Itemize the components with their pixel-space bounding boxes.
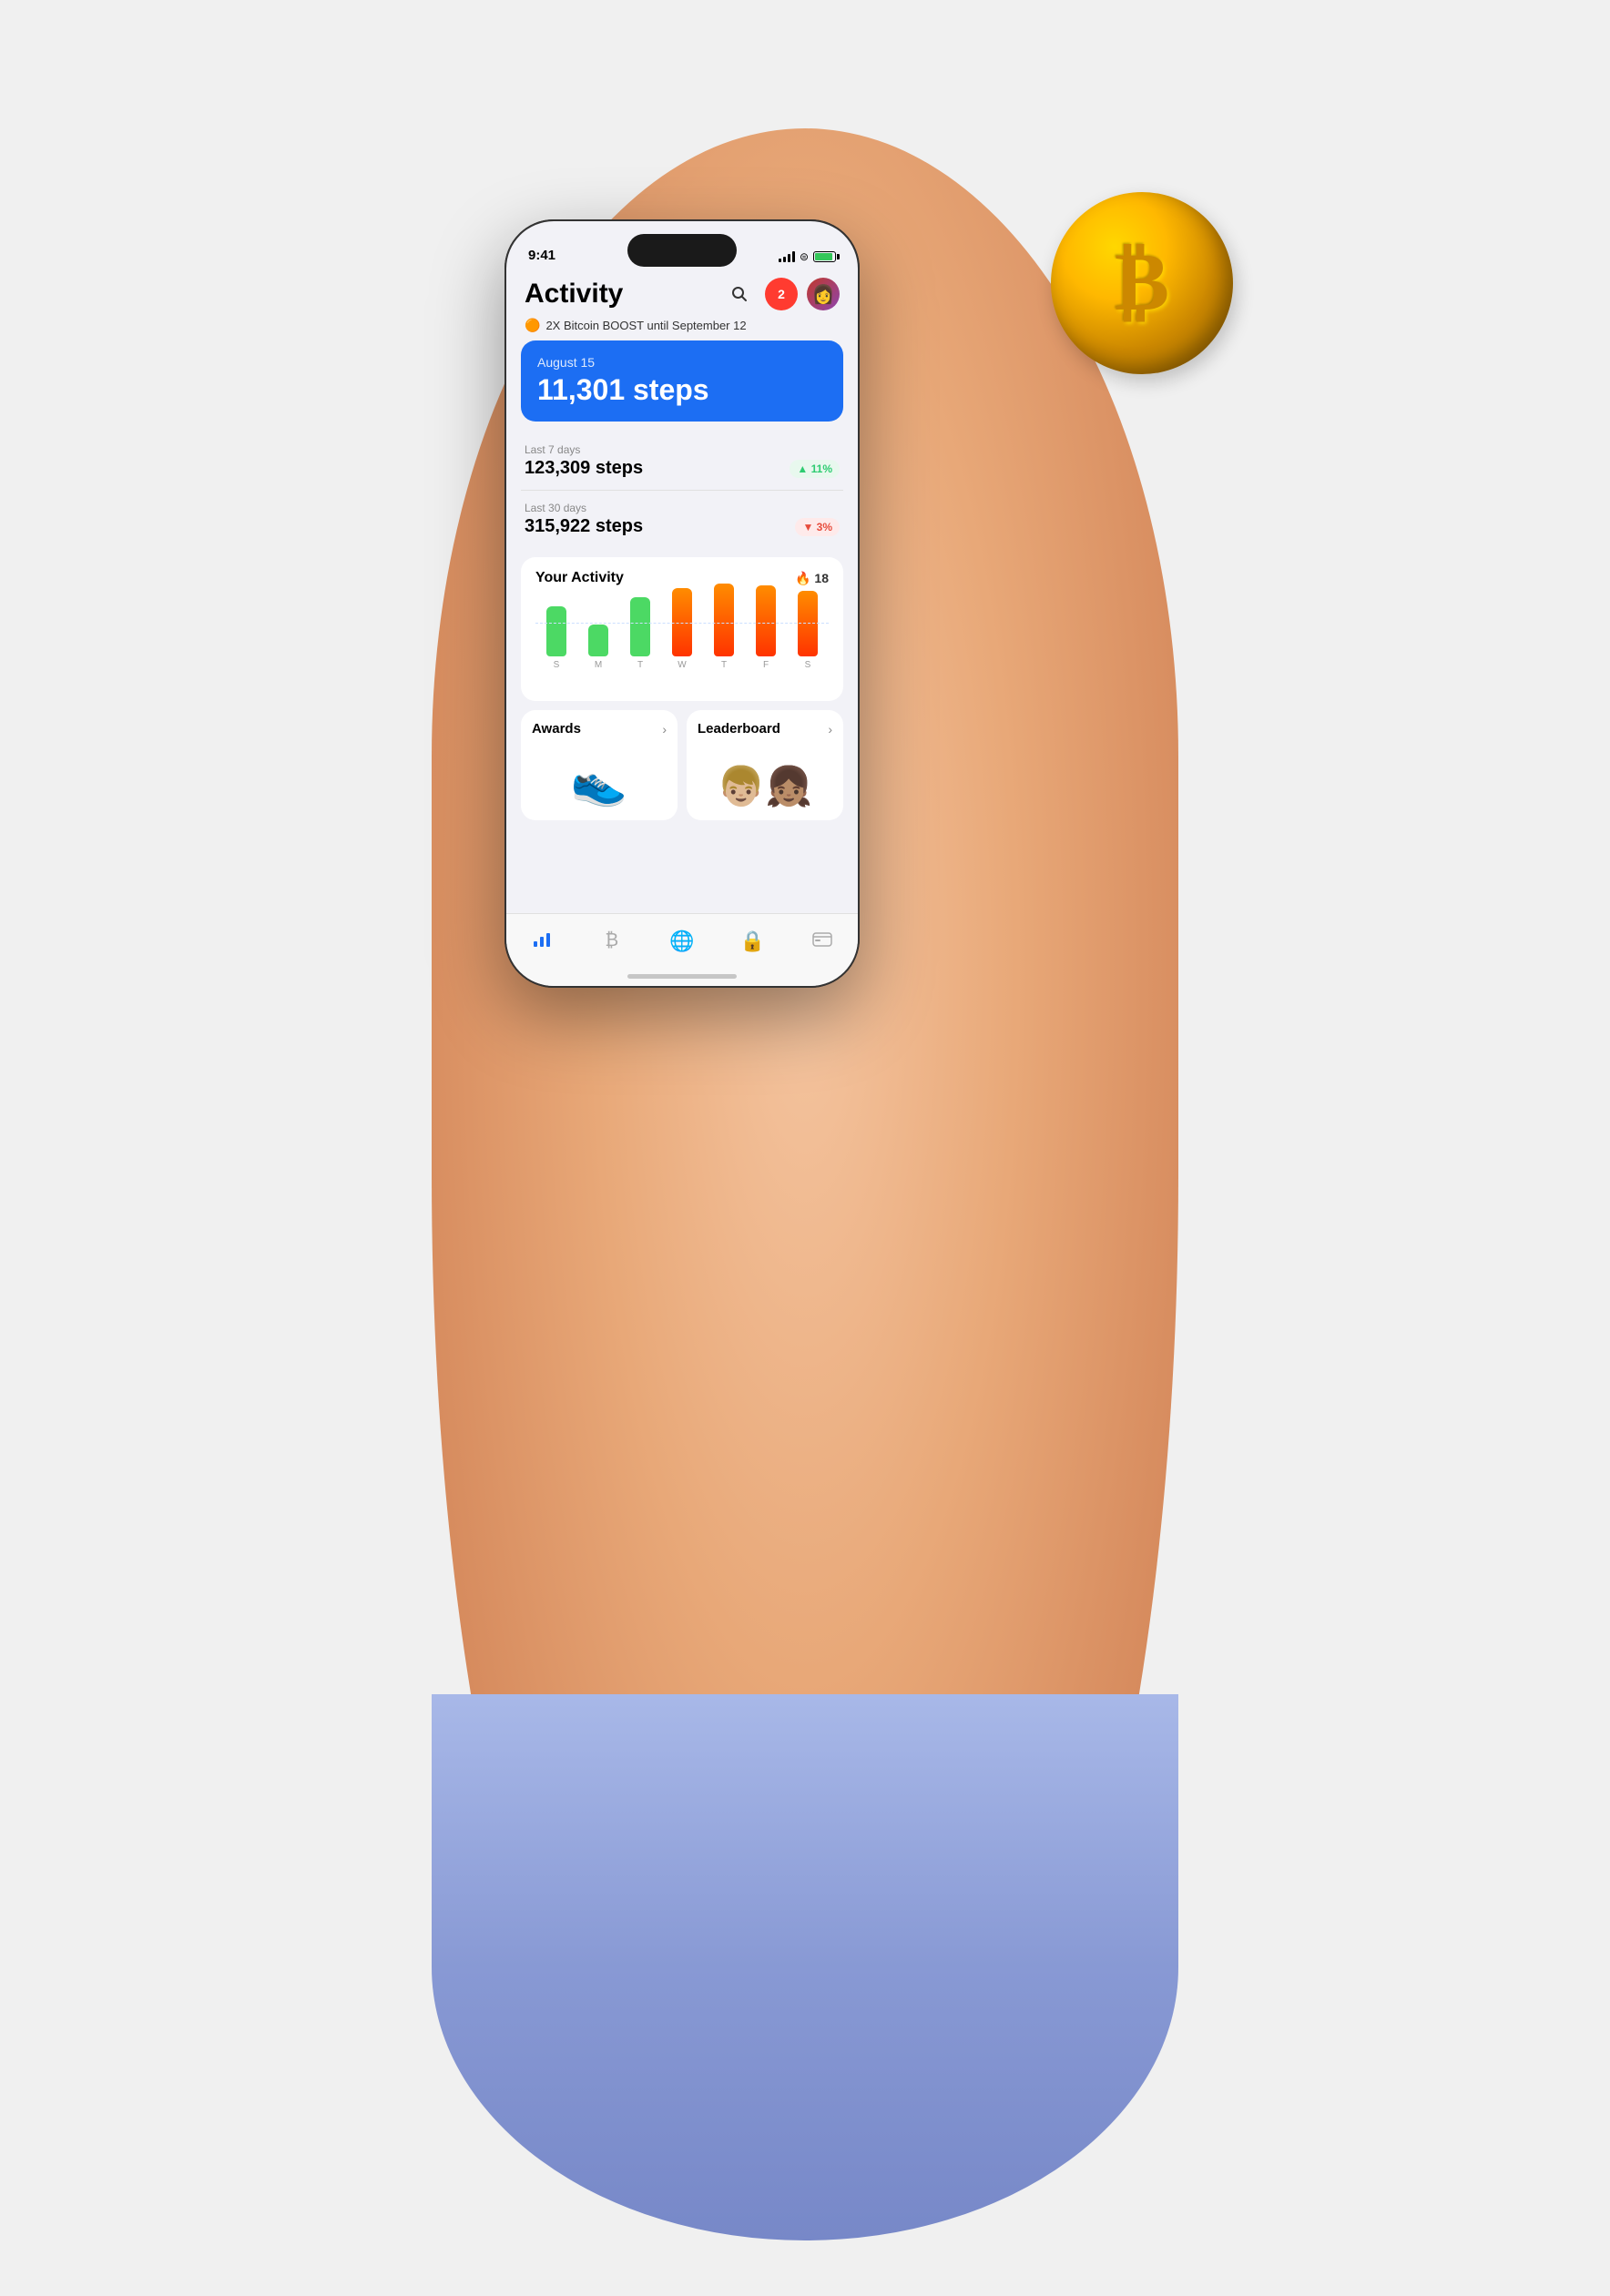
home-indicator [627,974,737,979]
tab-bitcoin[interactable]: ₿ [589,930,635,951]
sneaker-icon: 👟 [571,756,627,809]
stat-label-7days: Last 7 days [525,443,840,456]
leaderboard-title: Leaderboard [698,721,780,737]
activity-title: Your Activity [535,570,624,586]
tab-bitcoin-icon: ₿ [605,930,618,951]
status-icons: ⊜ [779,250,836,263]
bar-col-w: W [672,588,692,670]
bitcoin-coin: ₿ [1051,192,1233,374]
phone-device: 9:41 ⊜ Activ [504,219,860,988]
stat-row-7days: Last 7 days 123,309 steps ▲ 11% [521,432,843,491]
scene: ₿ 9:41 ⊜ [395,56,1215,2240]
bar-label-s2: S [805,660,811,670]
people-icon: 👦🏼👧🏽 [718,765,813,809]
tab-lock-icon: 🔒 [739,930,764,953]
bar-label-t2: T [721,660,727,670]
search-button[interactable] [723,278,756,310]
dynamic-island [627,234,737,267]
bar-t2 [714,584,734,656]
leaderboard-card-header: Leaderboard › [698,721,832,737]
bar-label-f: F [763,660,769,670]
stat-label-30days: Last 30 days [525,502,840,514]
bar-label-s1: S [554,660,560,670]
tab-activity-icon [532,929,552,954]
bitcoin-boost-icon: 🟠 [525,318,540,333]
stat-value-row-30days: 315,922 steps ▼ 3% [525,516,840,537]
bar-label-m: M [595,660,602,670]
battery-icon [813,251,836,262]
awards-content: 👟 [532,746,667,809]
avatar[interactable]: 👩 [807,278,840,310]
tab-globe-icon: 🌐 [669,930,694,953]
bar-label-t1: T [637,660,643,670]
bar-col-s1: S [546,606,566,670]
bar-col-t1: T [630,597,650,670]
leaderboard-card[interactable]: Leaderboard › 👦🏼👧🏽 [687,710,843,820]
today-steps: 11,301 steps [537,373,827,407]
chart-dashed-line [535,623,829,624]
bar-f [756,585,776,656]
status-time: 9:41 [528,248,555,263]
bottom-cards: Awards › 👟 Leaderboard › [521,710,843,820]
activity-chart: S M T W [535,597,829,688]
header-actions: 2 👩 [723,278,840,310]
tab-globe[interactable]: 🌐 [659,930,705,953]
bar-col-s2: S [798,591,818,670]
streak-count: 18 [814,571,829,585]
awards-card[interactable]: Awards › 👟 [521,710,678,820]
today-card: August 15 11,301 steps [521,340,843,422]
stat-row-30days: Last 30 days 315,922 steps ▼ 3% [521,491,843,548]
tab-card[interactable] [800,930,845,953]
bar-s2 [798,591,818,656]
today-date: August 15 [537,355,827,370]
bar-col-m: M [588,625,608,670]
bitcoin-symbol: ₿ [1115,242,1169,324]
bar-col-f: F [756,585,776,670]
awards-title: Awards [532,721,581,737]
signal-icon [779,251,795,262]
stat-value-row-7days: 123,309 steps ▲ 11% [525,458,840,479]
leaderboard-content: 👦🏼👧🏽 [698,746,832,809]
avatar-image: 👩 [812,283,835,306]
bar-col-t2: T [714,584,734,670]
activity-section: Your Activity 🔥 18 S [521,557,843,701]
app-header: Activity 2 👩 [506,270,858,316]
page-title: Activity [525,279,623,310]
phone-screen: 9:41 ⊜ Activ [506,221,858,986]
leaderboard-arrow: › [828,722,832,737]
app-content: Activity 2 👩 [506,270,858,986]
activity-header: Your Activity 🔥 18 [535,570,829,586]
fire-icon: 🔥 [795,571,810,586]
tab-card-icon [812,930,832,953]
sleeve [432,1694,1178,2240]
tab-lock[interactable]: 🔒 [729,930,775,953]
boost-banner: 🟠 2X Bitcoin BOOST until September 12 [506,316,858,340]
bar-t1 [630,597,650,656]
awards-card-header: Awards › [532,721,667,737]
bar-m [588,625,608,656]
stat-value-30days: 315,922 steps [525,516,643,537]
bar-label-w: W [678,660,686,670]
tab-activity[interactable] [519,929,565,954]
stats-section: Last 7 days 123,309 steps ▲ 11% Last 30 … [521,432,843,548]
wifi-icon: ⊜ [800,250,809,263]
activity-streak: 🔥 18 [795,571,829,586]
bar-s1 [546,606,566,656]
stat-value-7days: 123,309 steps [525,458,643,479]
boost-text: 2X Bitcoin BOOST until September 12 [545,319,746,332]
awards-arrow: › [662,722,667,737]
stat-badge-30days: ▼ 3% [795,518,840,536]
stat-badge-7days: ▲ 11% [790,460,840,478]
notification-badge[interactable]: 2 [765,278,798,310]
